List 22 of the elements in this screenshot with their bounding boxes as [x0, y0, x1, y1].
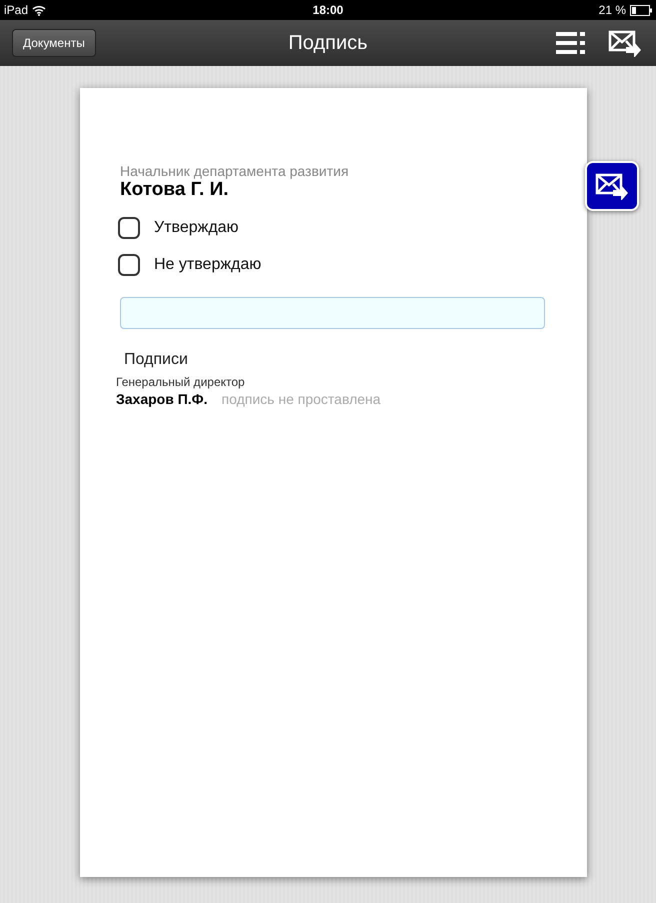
list-icon[interactable]: [556, 31, 586, 55]
send-tab[interactable]: [585, 161, 639, 211]
checkbox[interactable]: [118, 254, 140, 276]
battery-icon: [630, 4, 652, 16]
back-button[interactable]: Документы: [12, 29, 96, 57]
signature-status: подпись не проставлена: [222, 391, 381, 407]
status-time: 18:00: [312, 3, 344, 17]
send-mail-icon: [595, 172, 629, 200]
option-label: Не утверждаю: [154, 256, 262, 274]
option-label: Утверждаю: [154, 219, 239, 237]
device-name: iPad: [4, 3, 28, 17]
signer-name: Захаров П.Ф.: [116, 391, 208, 407]
signer-position: Генеральный директор: [116, 375, 246, 389]
send-mail-icon[interactable]: [608, 29, 642, 57]
wifi-icon: [32, 4, 46, 16]
comment-field[interactable]: [120, 297, 545, 329]
position-label: Начальник департамента развития: [120, 163, 350, 179]
person-name: Котова Г. И.: [120, 179, 230, 201]
signatures-heading: Подписи: [124, 351, 189, 369]
screen-title: Подпись: [288, 32, 368, 54]
checkbox[interactable]: [118, 217, 140, 239]
battery-percent: 21 %: [598, 3, 626, 17]
